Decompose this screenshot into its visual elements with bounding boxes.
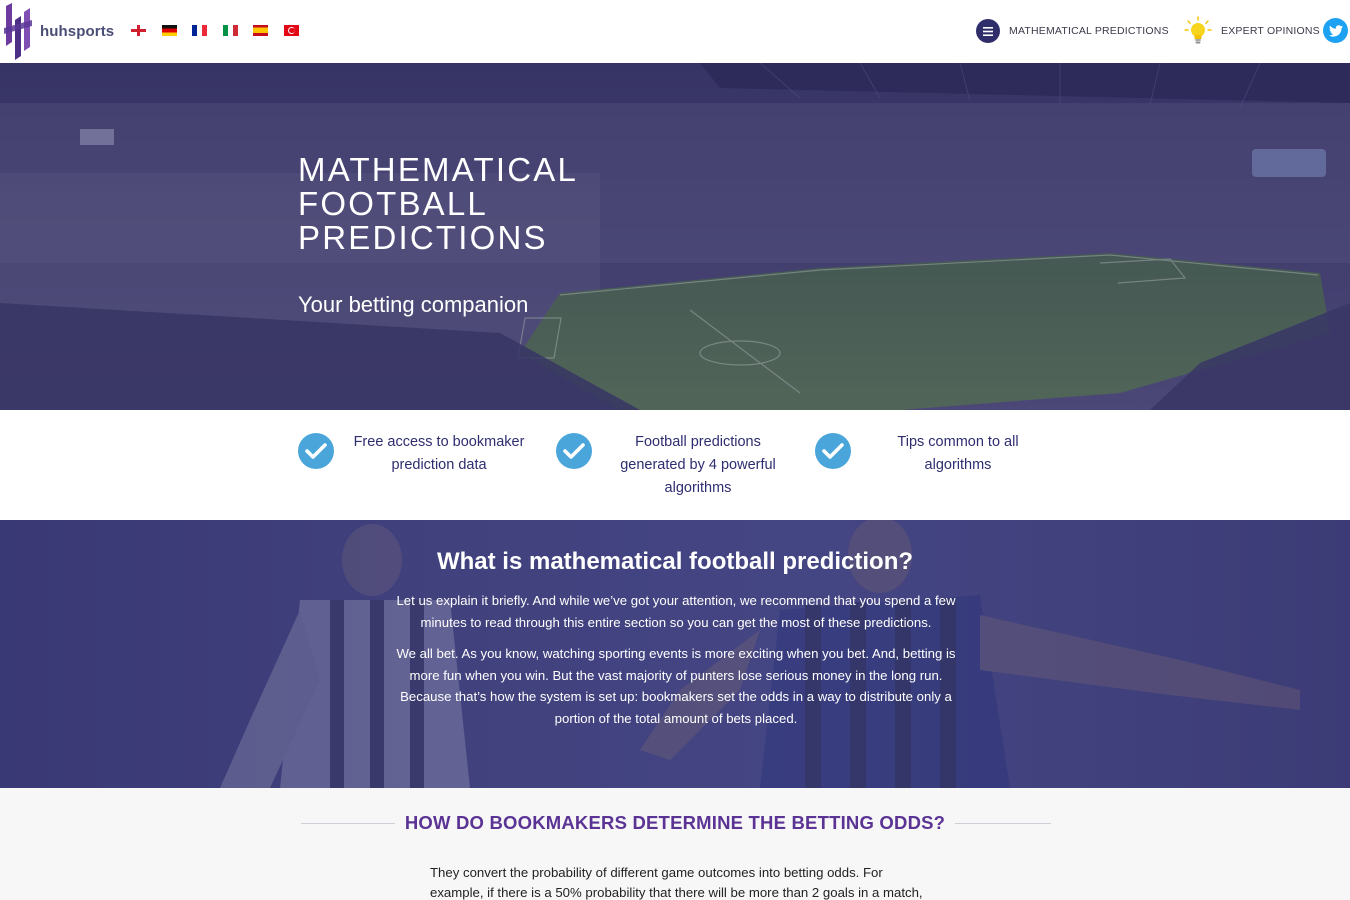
nav-mathematical-predictions-label: MATHEMATICAL PREDICTIONS [1009, 25, 1169, 37]
flag-turkey-icon[interactable] [283, 25, 299, 36]
explanation-title: What is mathematical football prediction… [436, 548, 914, 575]
hero-title: MATHEMATICAL FOOTBALL PREDICTIONS [298, 151, 577, 256]
logo[interactable]: huhsports [2, 2, 114, 60]
explanation-paragraph-2: We all bet. As you know, watching sporti… [396, 646, 956, 726]
section-heading: HOW DO BOOKMAKERS DETERMINE THE BETTING … [0, 812, 1350, 834]
explanation-paragraph-1: Let us explain it briefly. And while we’… [396, 593, 956, 630]
checkmark-icon [815, 433, 851, 469]
checkmark-icon [556, 433, 592, 469]
bookmakers-paragraph: They convert the probability of differen… [430, 865, 923, 900]
site-header: huhsports MATHEMATICAL PREDICTIONS EXPER… [0, 0, 1350, 63]
section-heading-text: HOW DO BOOKMAKERS DETERMINE THE BETTING … [394, 812, 956, 833]
flag-germany-icon[interactable] [161, 25, 177, 36]
features-row: Free access to bookmaker prediction data… [0, 410, 1350, 520]
hero-subtitle: Your betting companion [298, 292, 529, 317]
hero-banner: MATHEMATICAL FOOTBALL PREDICTIONS Your b… [0, 63, 1350, 410]
flag-england-icon[interactable] [131, 25, 146, 36]
language-selector [131, 25, 314, 36]
flag-france-icon[interactable] [192, 25, 207, 36]
flag-italy-icon[interactable] [222, 25, 238, 36]
nav-mathematical-predictions[interactable]: MATHEMATICAL PREDICTIONS [976, 16, 1169, 46]
menu-icon [976, 19, 1000, 43]
nav-expert-opinions[interactable]: EXPERT OPINIONS [1184, 16, 1320, 46]
lightbulb-icon [1184, 16, 1212, 44]
bookmakers-section: HOW DO BOOKMAKERS DETERMINE THE BETTING … [0, 788, 1350, 900]
feature-text: Tips common to all algorithms [897, 434, 1019, 473]
feature-text: Free access to bookmaker prediction data [353, 434, 525, 473]
nav-expert-opinions-label: EXPERT OPINIONS [1221, 25, 1320, 37]
logo-text: huhsports [40, 22, 115, 40]
checkmark-icon [298, 433, 334, 469]
explanation-section: What is mathematical football prediction… [0, 520, 1350, 788]
twitter-icon[interactable] [1323, 18, 1348, 43]
flag-spain-icon[interactable] [253, 25, 268, 36]
logo-mark-icon [4, 3, 32, 60]
feature-text: Football predictions generated by 4 powe… [620, 434, 776, 496]
